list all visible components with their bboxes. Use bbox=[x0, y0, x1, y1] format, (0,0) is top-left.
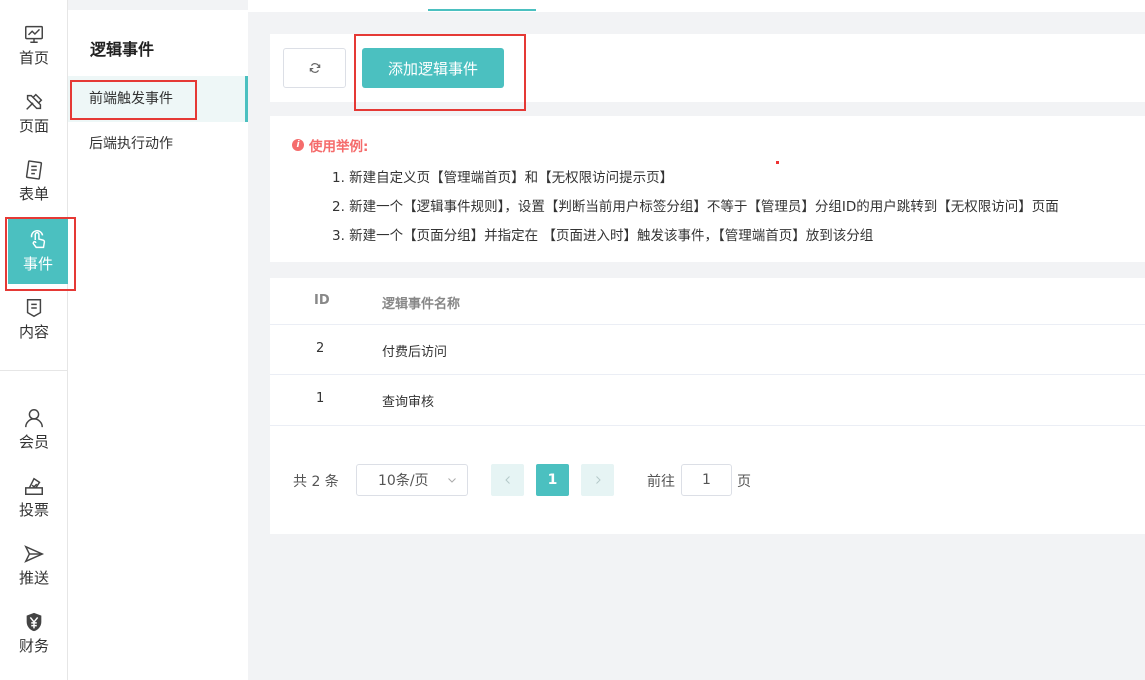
chevron-down-icon bbox=[448, 478, 456, 483]
nav-item-member[interactable]: 会员 bbox=[0, 396, 68, 462]
toolbar: 添加逻辑事件 bbox=[270, 34, 1145, 102]
sub-menu-item-label: 前端触发事件 bbox=[89, 91, 173, 107]
row-divider bbox=[270, 425, 1145, 426]
add-logic-event-button[interactable]: 添加逻辑事件 bbox=[362, 48, 504, 88]
nav-item-label: 事件 bbox=[22, 255, 53, 273]
form-icon bbox=[25, 160, 43, 180]
top-tab-indicator bbox=[428, 9, 536, 11]
nav-item-page[interactable]: 页面 bbox=[0, 80, 68, 146]
usage-example-heading-text: 使用举例: bbox=[309, 139, 369, 155]
cell-name[interactable]: 查询审核 bbox=[382, 391, 434, 410]
goto-page-input[interactable] bbox=[681, 464, 732, 496]
nav-item-label: 内容 bbox=[18, 323, 49, 341]
user-icon bbox=[25, 409, 43, 428]
usage-example-line: 1. 新建自定义页【管理端首页】和【无权限访问提示页】 bbox=[332, 170, 674, 186]
cell-id: 1 bbox=[316, 391, 325, 406]
info-icon: i bbox=[292, 139, 304, 151]
content-icon bbox=[26, 299, 42, 318]
goto-page-suffix: 页 bbox=[737, 474, 751, 490]
logic-event-table: ID 逻辑事件名称 2 付费后访问 1 查询审核 共 2 条 10条/页 1 前… bbox=[270, 278, 1145, 534]
nav-item-event[interactable]: 事件 bbox=[8, 218, 68, 284]
usage-example-panel: i 使用举例: 1. 新建自定义页【管理端首页】和【无权限访问提示页】 2. 新… bbox=[270, 116, 1145, 262]
prev-page-button[interactable] bbox=[491, 464, 524, 496]
nav-item-label: 推送 bbox=[18, 569, 49, 587]
chevron-right-icon bbox=[595, 476, 601, 484]
nav-divider bbox=[0, 370, 68, 371]
main-nav-rail: 首页 页面 表单 事件 内容 会员 投票 推送 财务 bbox=[0, 0, 68, 680]
column-header-id: ID bbox=[314, 293, 330, 308]
column-header-name: 逻辑事件名称 bbox=[382, 297, 461, 312]
yen-icon bbox=[26, 612, 42, 632]
next-page-button[interactable] bbox=[581, 464, 614, 496]
page-number-button[interactable]: 1 bbox=[536, 464, 569, 496]
stray-mark bbox=[776, 161, 779, 164]
monitor-icon bbox=[25, 25, 43, 43]
vote-icon bbox=[25, 477, 43, 495]
sub-menu-item-label: 后端执行动作 bbox=[89, 136, 173, 152]
usage-example-heading: i 使用举例: bbox=[292, 135, 368, 155]
nav-item-label: 会员 bbox=[18, 433, 49, 451]
page-size-select[interactable]: 10条/页 bbox=[356, 464, 468, 496]
tools-icon bbox=[26, 93, 43, 110]
nav-item-vote[interactable]: 投票 bbox=[0, 464, 68, 530]
sub-menu-item-backend-actions[interactable]: 后端执行动作 bbox=[68, 121, 248, 167]
row-divider bbox=[270, 374, 1145, 375]
refresh-button[interactable] bbox=[283, 48, 346, 88]
row-divider bbox=[270, 324, 1145, 325]
nav-item-label: 首页 bbox=[18, 49, 49, 67]
cell-name[interactable]: 付费后访问 bbox=[382, 341, 447, 360]
tap-icon bbox=[30, 230, 46, 249]
cell-id: 2 bbox=[316, 341, 325, 356]
nav-item-form[interactable]: 表单 bbox=[0, 148, 68, 214]
nav-item-content[interactable]: 内容 bbox=[0, 286, 68, 352]
nav-item-label: 页面 bbox=[18, 117, 49, 135]
nav-item-label: 财务 bbox=[18, 637, 49, 655]
top-bar bbox=[248, 0, 1145, 12]
usage-example-line: 3. 新建一个【页面分组】并指定在 【页面进入时】触发该事件，【管理端首页】放到… bbox=[332, 228, 874, 244]
usage-example-line: 2. 新建一个【逻辑事件规则】，设置【判断当前用户标签分组】不等于【管理员】分组… bbox=[332, 199, 1059, 215]
sub-menu-item-frontend-events[interactable]: 前端触发事件 bbox=[68, 76, 248, 122]
nav-item-home[interactable]: 首页 bbox=[0, 12, 68, 78]
page-size-value: 10条/页 bbox=[378, 473, 429, 489]
nav-item-push[interactable]: 推送 bbox=[0, 532, 68, 598]
sub-menu-title: 逻辑事件 bbox=[90, 40, 155, 59]
goto-label: 前往 bbox=[647, 474, 675, 490]
pager-total: 共 2 条 bbox=[293, 474, 339, 490]
send-icon bbox=[24, 545, 45, 563]
chevron-left-icon bbox=[504, 476, 510, 484]
nav-item-finance[interactable]: 财务 bbox=[0, 600, 68, 666]
refresh-icon bbox=[309, 63, 320, 73]
nav-item-label: 表单 bbox=[18, 185, 49, 203]
sub-menu: 逻辑事件 前端触发事件 后端执行动作 bbox=[68, 10, 248, 680]
nav-item-label: 投票 bbox=[18, 501, 49, 519]
